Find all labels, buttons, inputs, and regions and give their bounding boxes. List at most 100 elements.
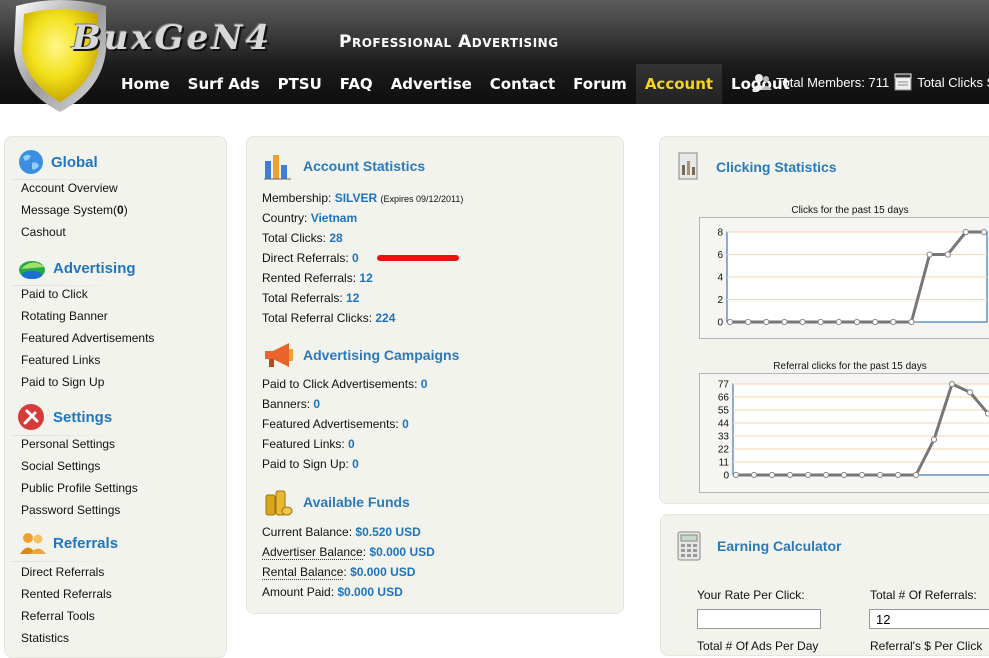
rental-balance-label[interactable]: Rental Balance xyxy=(262,565,344,580)
earning-calculator-panel: Earning Calculator Your Rate Per Click: … xyxy=(660,514,989,656)
data-point xyxy=(980,228,988,236)
nav-account[interactable]: Account xyxy=(635,64,723,104)
global-title: Global xyxy=(51,153,98,171)
featured-ads-label: Featured Advertisements: xyxy=(262,417,403,431)
data-point xyxy=(872,318,879,326)
clicks-chart-plot: 0 2 4 6 8 xyxy=(717,228,988,329)
total-referrals-input[interactable] xyxy=(869,609,989,629)
y-tick-label: 33 xyxy=(718,432,730,443)
nav-forum[interactable]: Forum xyxy=(564,64,636,104)
sidebar-item-statistics[interactable]: Statistics xyxy=(21,631,69,645)
data-point xyxy=(822,471,830,479)
earning-calculator-header: Earning Calculator xyxy=(677,531,841,561)
data-point xyxy=(853,318,861,326)
ptsu-row: Paid to Sign Up: 0 xyxy=(262,457,359,471)
country-label: Country: xyxy=(262,211,311,225)
sidebar-item-featured-advertisements[interactable]: Featured Advertisements xyxy=(21,331,154,345)
data-point xyxy=(912,471,920,479)
nav-home[interactable]: Home xyxy=(112,64,179,104)
current-balance-row: Current Balance: $0.520 USD xyxy=(262,525,421,539)
data-point xyxy=(804,471,812,479)
nav-ptsu[interactable]: PTSU xyxy=(269,64,331,104)
nav-contact[interactable]: Contact xyxy=(481,64,564,104)
nav-surf-ads[interactable]: Surf Ads xyxy=(179,64,269,104)
featured-ads-value: 0 xyxy=(402,417,409,431)
ptsu-value: 0 xyxy=(352,457,359,471)
y-tick-label: 2 xyxy=(717,295,723,306)
referral-clicks-chart: Referral clicks for the past 15 days 0 11… xyxy=(699,361,989,493)
y-tick-label: 6 xyxy=(717,250,723,261)
referral-per-click-label: Referral's $ Per Click xyxy=(870,639,983,653)
coins-icon xyxy=(265,490,293,516)
sidebar-item-rented-referrals[interactable]: Rented Referrals xyxy=(21,587,112,601)
banners-label: Banners: xyxy=(262,397,314,411)
logo-text[interactable]: BuxGeN4 xyxy=(72,18,272,58)
advertising-campaigns-title: Advertising Campaigns xyxy=(303,347,460,363)
data-point xyxy=(781,318,788,326)
sidebar-item-paid-to-sign-up[interactable]: Paid to Sign Up xyxy=(21,375,104,389)
total-clicks-label: Total Clicks: xyxy=(262,231,330,245)
banners-row: Banners: 0 xyxy=(262,397,320,411)
megaphone-icon xyxy=(265,343,293,367)
total-clicks-value: 28 xyxy=(329,231,343,245)
rate-per-click-input[interactable] xyxy=(697,609,821,629)
ptc-ads-label: Paid to Click Advertisements: xyxy=(262,377,421,391)
clapperboard-icon xyxy=(894,73,912,91)
y-tick-label: 77 xyxy=(718,380,730,391)
sidebar-item-public-profile-settings[interactable]: Public Profile Settings xyxy=(21,481,138,495)
banners-value: 0 xyxy=(313,397,321,411)
account-panel: Account Statistics Membership: SILVER (E… xyxy=(246,136,624,614)
total-clicks: Total Clicks Se xyxy=(917,74,989,90)
message-close-paren: ) xyxy=(123,203,128,217)
y-tick-label: 44 xyxy=(718,419,730,430)
total-referrals-label: Total # Of Referrals: xyxy=(870,588,977,602)
red-annotation-mark xyxy=(377,255,459,261)
main-nav: Home Surf Ads PTSU FAQ Advertise Contact… xyxy=(112,64,799,104)
data-point xyxy=(750,471,758,479)
sidebar-item-featured-links[interactable]: Featured Links xyxy=(21,353,100,367)
data-point xyxy=(944,251,951,258)
rate-per-click-label: Your Rate Per Click: xyxy=(697,588,805,602)
advertiser-balance-value: $0.000 USD xyxy=(369,545,435,559)
data-point xyxy=(726,318,734,326)
total-referrals-row: Total Referrals: 12 xyxy=(262,291,359,305)
account-statistics-header: Account Statistics xyxy=(263,151,425,181)
ptc-ads-row: Paid to Click Advertisements: 0 xyxy=(262,377,427,391)
sidebar-item-social-settings[interactable]: Social Settings xyxy=(21,459,100,473)
nav-advertise[interactable]: Advertise xyxy=(382,64,481,104)
clicks-chart: Clicks for the past 15 days 0 2 4 6 8 xyxy=(699,205,989,339)
y-tick-label: 11 xyxy=(719,458,730,469)
data-point xyxy=(966,389,974,396)
site-tagline: Professional Advertising xyxy=(339,32,559,52)
bar-chart-icon xyxy=(264,155,291,180)
data-point xyxy=(817,318,824,326)
advertiser-balance-label[interactable]: Advertiser Balance xyxy=(262,545,363,560)
sidebar-item-personal-settings[interactable]: Personal Settings xyxy=(21,437,115,451)
nav-faq[interactable]: FAQ xyxy=(331,64,382,104)
document-chart-icon xyxy=(678,152,698,180)
data-point xyxy=(732,471,740,479)
total-members: Total Members: 711 xyxy=(776,74,890,90)
sidebar-item-cashout[interactable]: Cashout xyxy=(21,225,66,239)
data-point xyxy=(984,410,989,417)
clicking-statistics-header: Clicking Statistics xyxy=(676,151,837,183)
sidebar-item-password-settings[interactable]: Password Settings xyxy=(21,503,120,517)
y-tick-label: 55 xyxy=(718,406,730,417)
rental-balance-colon: : xyxy=(343,565,347,579)
sidebar-item-account-overview[interactable]: Account Overview xyxy=(21,181,118,195)
sidebar-item-rotating-banner[interactable]: Rotating Banner xyxy=(21,309,108,323)
sidebar-item-paid-to-click[interactable]: Paid to Click xyxy=(21,287,88,301)
advertising-icon xyxy=(19,261,45,279)
sidebar-item-referral-tools[interactable]: Referral Tools xyxy=(21,609,95,623)
referrals-title: Referrals xyxy=(53,534,119,552)
direct-referrals-label: Direct Referrals: xyxy=(262,251,353,265)
data-point xyxy=(840,471,848,479)
data-point xyxy=(948,380,956,388)
people-icon xyxy=(20,533,46,554)
sidebar-section-global: Global xyxy=(17,149,98,175)
sidebar-item-direct-referrals[interactable]: Direct Referrals xyxy=(21,565,104,579)
sidebar-item-message-system[interactable]: Message System(0) xyxy=(21,203,128,217)
direct-referrals-row: Direct Referrals: 0 xyxy=(262,251,359,265)
ads-per-day-label: Total # Of Ads Per Day xyxy=(697,639,819,653)
y-tick-label: 22 xyxy=(718,445,730,456)
